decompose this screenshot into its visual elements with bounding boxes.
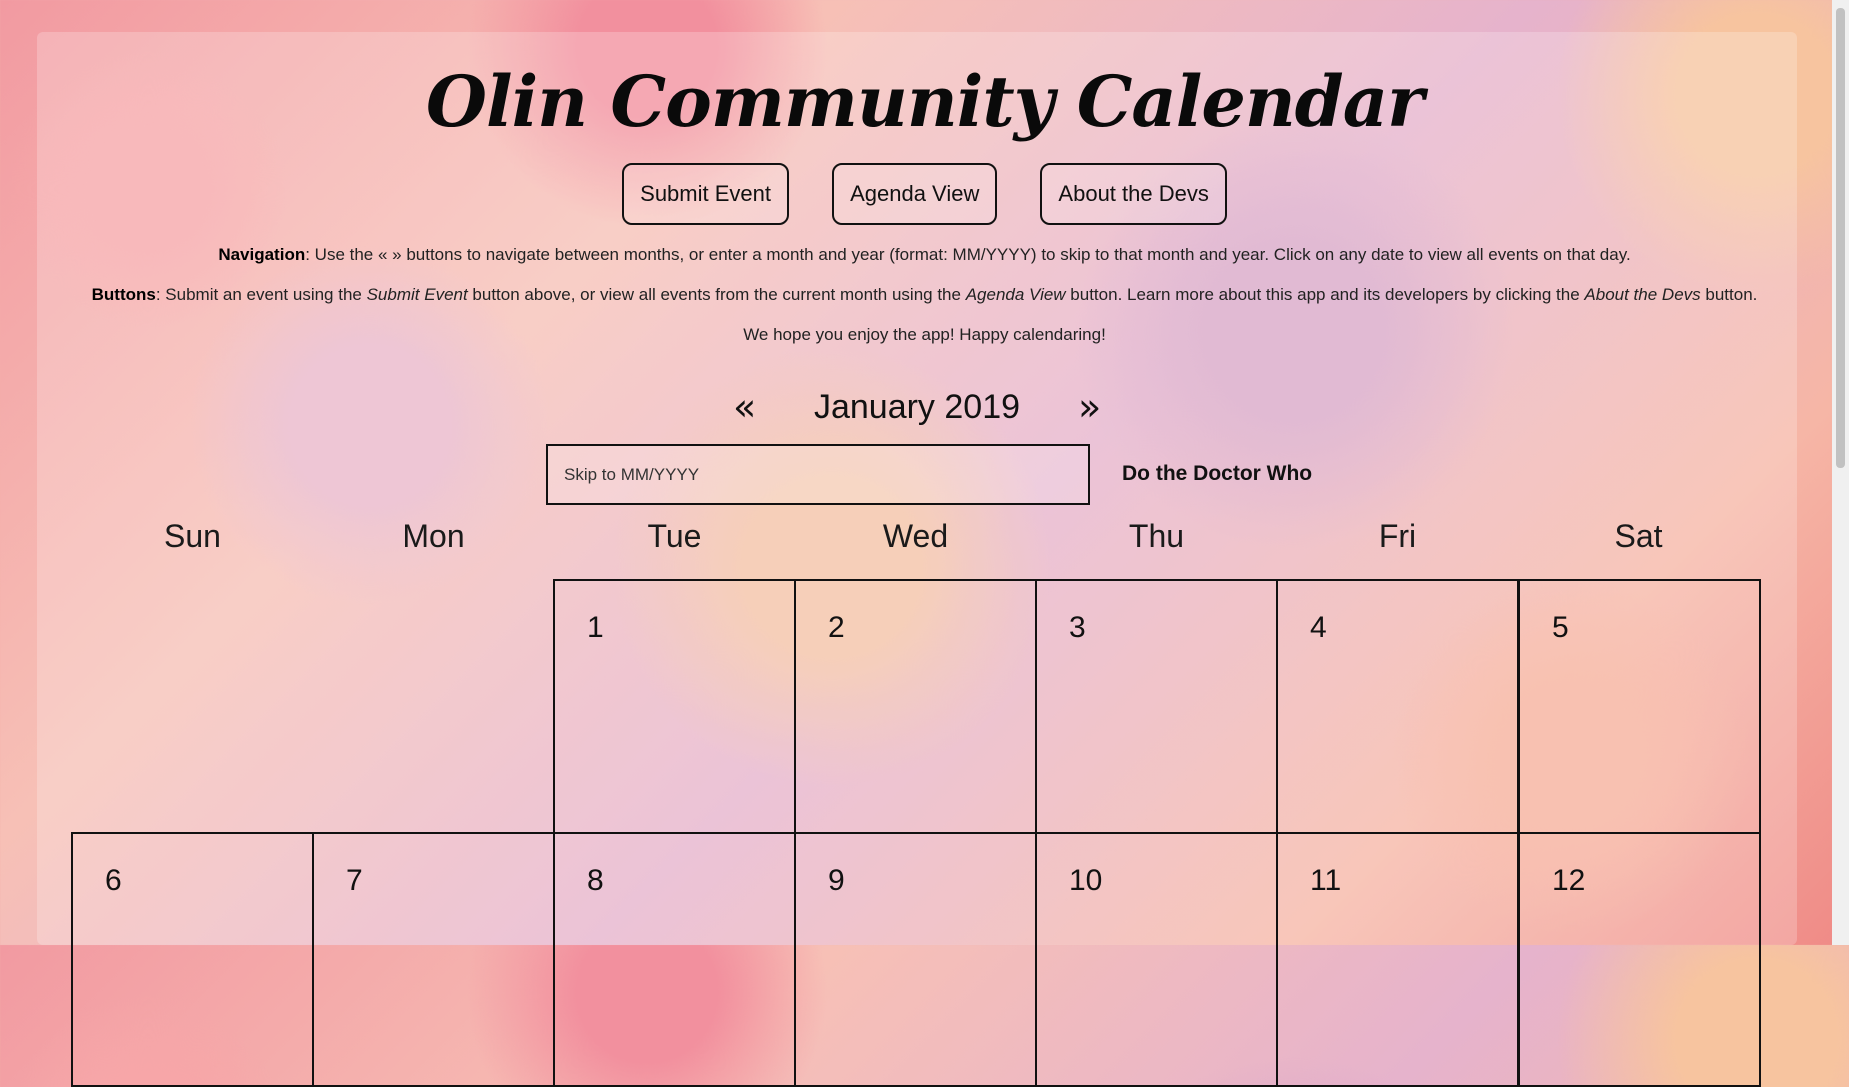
current-month-label: January 2019 <box>813 388 1021 426</box>
dow-sat: Sat <box>1614 518 1663 554</box>
day-cell[interactable]: 10 <box>1035 832 1278 1087</box>
month-navigation: « January 2019 » <box>0 384 1849 434</box>
buttons-help-text: button above, or view all events from th… <box>467 285 966 304</box>
day-cell[interactable]: 6 <box>71 832 314 1087</box>
buttons-help-text: button. <box>1700 285 1758 304</box>
buttons-help-italic: Submit Event <box>366 285 468 304</box>
top-buttons: Submit Event Agenda View About the Devs <box>0 163 1849 225</box>
day-number: 2 <box>828 611 845 644</box>
day-cell[interactable]: 3 <box>1035 579 1278 834</box>
day-cell[interactable]: 1 <box>553 579 796 834</box>
day-number: 10 <box>1069 864 1103 897</box>
day-number: 6 <box>105 864 122 897</box>
enjoy-message: We hope you enjoy the app! Happy calenda… <box>743 325 1106 344</box>
about-devs-button[interactable]: About the Devs <box>1040 163 1227 225</box>
day-number: 12 <box>1552 864 1586 897</box>
dow-tue: Tue <box>647 518 702 554</box>
dow-wed: Wed <box>882 518 949 554</box>
page-title: Olin Community Calendar <box>426 60 1424 143</box>
day-number: 11 <box>1310 864 1342 897</box>
dow-mon: Mon <box>402 518 465 554</box>
skip-to-month-input[interactable] <box>546 444 1090 505</box>
submit-event-button[interactable]: Submit Event <box>622 163 789 225</box>
day-number: 3 <box>1069 611 1086 644</box>
buttons-help-label: Buttons <box>91 285 156 304</box>
buttons-help-italic: About the Devs <box>1584 285 1701 304</box>
day-number: 8 <box>587 864 604 897</box>
day-number: 5 <box>1552 611 1569 644</box>
doctor-who-link[interactable]: Do the Doctor Who <box>1122 462 1312 486</box>
day-cell[interactable]: 9 <box>794 832 1037 1087</box>
day-cell[interactable]: 5 <box>1518 579 1761 834</box>
prev-month-button[interactable]: « <box>733 384 756 430</box>
navigation-help-label: Navigation <box>218 245 306 264</box>
day-number: 9 <box>828 864 845 897</box>
day-cell[interactable]: 12 <box>1518 832 1761 1087</box>
buttons-help-text: : Submit an event using the <box>155 285 367 304</box>
buttons-help-italic: Agenda View <box>965 285 1066 304</box>
day-number: 7 <box>346 864 363 897</box>
scrollbar-thumb[interactable] <box>1836 8 1845 468</box>
dow-sun: Sun <box>164 518 221 554</box>
navigation-help: Navigation: Use the « » buttons to navig… <box>0 245 1849 265</box>
dow-fri: Fri <box>1378 518 1417 554</box>
buttons-help: Buttons: Submit an event using the Submi… <box>0 285 1849 305</box>
agenda-view-button[interactable]: Agenda View <box>832 163 998 225</box>
navigation-help-text: : Use the « » buttons to navigate betwee… <box>305 245 1631 264</box>
next-month-button[interactable]: » <box>1078 384 1101 430</box>
page-scrollbar[interactable] <box>1832 0 1849 945</box>
day-number: 4 <box>1310 611 1327 644</box>
day-number: 1 <box>587 611 604 644</box>
buttons-help-text: button. Learn more about this app and it… <box>1065 285 1585 304</box>
day-cell[interactable]: 11 <box>1276 832 1519 1087</box>
day-cell[interactable]: 8 <box>553 832 796 1087</box>
day-cell[interactable]: 4 <box>1276 579 1519 834</box>
day-cell[interactable]: 2 <box>794 579 1037 834</box>
day-cell[interactable]: 7 <box>312 832 555 1087</box>
dow-thu: Thu <box>1128 518 1185 554</box>
